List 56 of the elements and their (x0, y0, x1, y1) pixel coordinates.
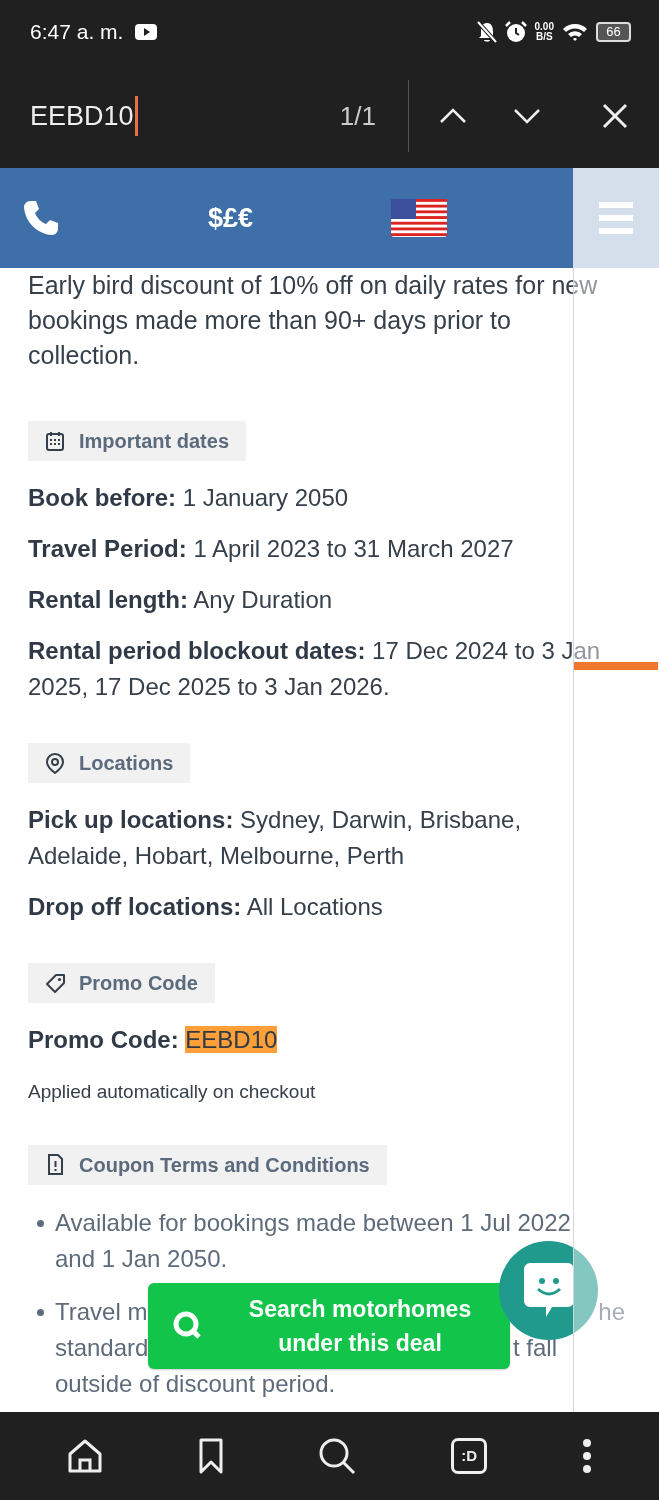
chevron-down-icon (513, 108, 541, 124)
tag-icon (45, 972, 65, 994)
menu-icon (599, 202, 633, 234)
description-text: Early bird discount of 10% off on daily rates for new bookings made more than 90+ days prior to collection. (28, 270, 599, 371)
detail-text: Drop off locations: All Locations (28, 892, 384, 922)
search-button[interactable] (318, 1437, 357, 1475)
battery-indicator: 66 (596, 22, 631, 42)
more-button[interactable] (581, 1438, 592, 1474)
section-heading: Locations (79, 751, 174, 776)
detail-text: Book before: 1 January 2050 (28, 483, 350, 513)
list-text: Travel m (55, 1296, 148, 1327)
list-text: standard (55, 1332, 149, 1363)
detail-text: Rental period blockout dates: 17 Dec 2024 to 3 Jan 2025, 17 Dec 2025 to 3 Jan 2026. (28, 636, 602, 702)
muted-bell-icon (476, 21, 497, 43)
chevron-up-icon (439, 108, 467, 124)
list-text: outside of discount period. (55, 1368, 336, 1399)
video-app-icon (135, 24, 158, 40)
speed-unit: B/S (534, 32, 554, 42)
bullet-icon (37, 1308, 44, 1316)
detail-text: Travel Period: 1 April 2023 to 31 March 2027 (28, 534, 515, 564)
section-heading: Promo Code (79, 971, 198, 996)
bookmark-icon (197, 1438, 224, 1474)
home-button[interactable] (67, 1438, 104, 1474)
list-text: t fall (513, 1332, 557, 1363)
list-text: he (598, 1296, 625, 1327)
flag-icon (391, 199, 448, 237)
match-count: 1/1 (339, 99, 376, 133)
detail-text: Promo Code: EEBD10 (28, 1025, 279, 1055)
phone-button[interactable] (22, 199, 60, 237)
section-heading: Coupon Terms and Conditions (79, 1152, 370, 1178)
detail-text: Pick up locations: Sydney, Darwin, Brisbane, Adelaide, Hobart, Melbourne, Perth (28, 805, 523, 871)
close-icon (602, 103, 628, 129)
document-icon (45, 1154, 65, 1175)
calendar-icon (45, 430, 65, 452)
home-icon (67, 1438, 104, 1474)
bookmark-button[interactable] (197, 1438, 224, 1474)
location-pin-icon (45, 752, 65, 774)
bullet-icon (37, 1219, 44, 1227)
alarm-icon (504, 21, 527, 43)
phone-icon (22, 199, 60, 237)
currency-button[interactable]: $£€ (208, 197, 254, 239)
clock-time: 6:47 a. m. (30, 19, 124, 46)
note-text: Applied automatically on checkout (28, 1080, 317, 1104)
more-icon (581, 1438, 592, 1474)
highlighted-match: EEBD10 (185, 1026, 278, 1053)
find-field[interactable]: EEBD10 (30, 95, 138, 137)
tabs-button[interactable]: :D (451, 1438, 488, 1474)
wifi-icon (562, 22, 588, 42)
list-text: Available for bookings made between 1 Jul 2022 (55, 1207, 571, 1238)
network-speed: 0.00 (534, 22, 554, 32)
search-icon (318, 1437, 357, 1475)
section-heading: Important dates (79, 429, 230, 454)
language-button[interactable] (391, 199, 448, 237)
chat-bubble-icon (523, 1262, 574, 1319)
detail-text: Rental length: Any Duration (28, 585, 334, 615)
list-text: and 1 Jan 2050. (55, 1243, 228, 1274)
